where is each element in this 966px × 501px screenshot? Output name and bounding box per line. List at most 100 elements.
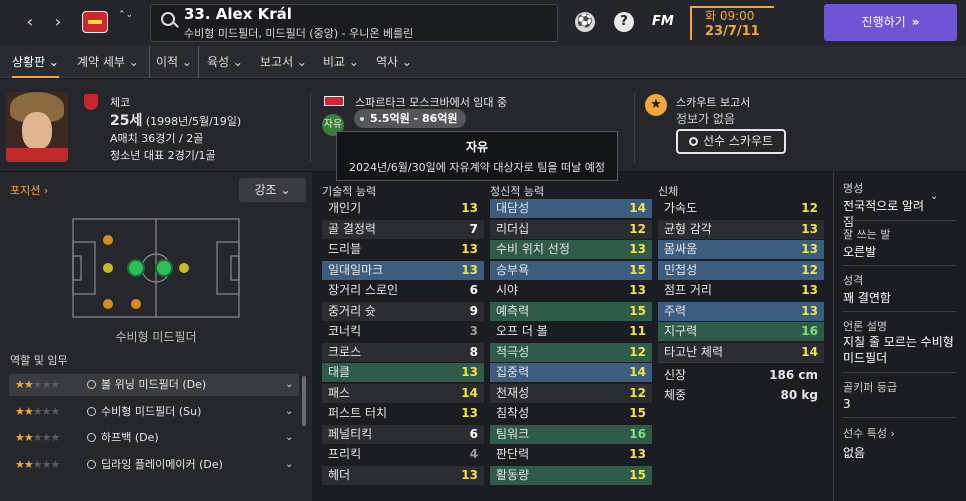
attribute-row[interactable]: 승부욕 15 [490, 260, 652, 280]
role-row[interactable]: ★★★★★ 하프백 (De) ⌄ [9, 427, 299, 449]
position-marker-dc[interactable] [103, 263, 113, 273]
chevron-down-icon[interactable]: ⌄ [285, 374, 293, 396]
chevron-down-icon[interactable]: ⌄ [285, 427, 293, 449]
attribute-row[interactable]: 몸싸움 13 [658, 240, 824, 259]
tab-overview[interactable]: 상황판 ⌄ [12, 46, 59, 78]
roles-scrollbar[interactable] [302, 376, 306, 426]
attribute-row[interactable]: 예측력 15 [490, 301, 652, 321]
forward-arrow-icon[interactable]: › [50, 12, 66, 32]
attribute-row[interactable]: 일대일마크 13 [322, 260, 484, 280]
club-crest-icon[interactable] [82, 11, 108, 33]
attribute-row[interactable]: 태클 13 [322, 363, 484, 382]
attribute-row[interactable]: 개인기 13 [322, 199, 484, 218]
attribute-row[interactable]: 헤더 13 [322, 465, 484, 485]
attribute-name: 몸싸움 [664, 242, 698, 256]
attribute-row[interactable]: 페널티킥 6 [322, 424, 484, 444]
attribute-row[interactable]: 균형 감각 13 [658, 219, 824, 239]
position-marker-dl[interactable] [103, 235, 113, 245]
attribute-name: 집중력 [496, 365, 530, 379]
attribute-row[interactable]: 적극성 12 [490, 342, 652, 362]
role-row[interactable]: ★★★★★ 딥라잉 플레이메이커 (De) ⌄ [9, 454, 299, 476]
attribute-row[interactable]: 타고난 체력 14 [658, 342, 824, 362]
fm-logo-icon[interactable]: FM [652, 14, 674, 29]
tooltip-body: 2024년/6월/30일에 자유계약 대상자로 팀을 떠날 예정 [348, 161, 606, 174]
attribute-row[interactable]: 코너킥 3 [322, 322, 484, 341]
attribute-row[interactable]: 점프 거리 13 [658, 281, 824, 300]
attribute-row[interactable]: 대담성 14 [490, 199, 652, 218]
attribute-row[interactable]: 천재성 12 [490, 383, 652, 403]
tab-development[interactable]: 육성 ⌄ [207, 46, 243, 78]
attribute-row[interactable]: 리더십 12 [490, 219, 652, 239]
date-value[interactable]: 23/7/11 [705, 24, 760, 39]
attribute-row[interactable]: 주력 13 [658, 301, 824, 321]
nation-crest-icon[interactable] [84, 94, 98, 110]
attribute-value: 15 [629, 406, 646, 420]
role-row[interactable]: ★★★★★ 수비형 미드필더 (Su) ⌄ [9, 401, 299, 423]
mental-title: 정신적 능력 [490, 185, 545, 198]
attribute-row[interactable]: 수비 위치 선정 13 [490, 240, 652, 259]
attribute-row[interactable]: 시야 13 [490, 281, 652, 300]
loan-club-crest-icon[interactable] [324, 96, 344, 106]
attribute-row[interactable]: 골 결정력 7 [322, 219, 484, 239]
birth-date: (1998년/5월/19일) [142, 115, 242, 128]
search-icon[interactable] [161, 12, 175, 26]
tab-reports[interactable]: 보고서 ⌄ [260, 46, 307, 78]
attribute-value: 13 [629, 447, 646, 461]
position-marker-dr[interactable] [103, 299, 113, 309]
loan-status[interactable]: 스파르타크 모스크바에서 임대 중 [355, 94, 507, 110]
date-day[interactable]: 화 09:00 [705, 7, 754, 24]
search-icon[interactable] [87, 380, 96, 389]
attribute-row[interactable]: 판단력 13 [490, 445, 652, 464]
attribute-name: 태클 [328, 365, 351, 379]
search-icon[interactable] [87, 460, 96, 469]
position-marker-amc[interactable] [179, 263, 189, 273]
height-label: 신장 [664, 368, 687, 382]
attribute-row[interactable]: 중거리 슛 9 [322, 301, 484, 321]
position-link[interactable]: 포지션 › [10, 182, 48, 198]
nation-label[interactable]: 체코 [110, 94, 130, 110]
foot-value: 오른발 [843, 245, 877, 259]
attribute-row[interactable]: 집중력 14 [490, 363, 652, 382]
chevron-down-icon[interactable]: ⌄ [285, 401, 293, 423]
role-row[interactable]: ★★★★★ 볼 위닝 미드필더 (De) ⌄ [9, 374, 299, 396]
attribute-row[interactable]: 크로스 8 [322, 342, 484, 362]
attribute-name: 대담성 [496, 201, 530, 215]
tab-compare[interactable]: 비교 ⌄ [323, 46, 359, 78]
attribute-row[interactable]: 패스 14 [322, 383, 484, 403]
position-marker-mc[interactable] [155, 259, 173, 277]
back-arrow-icon[interactable]: ‹ [22, 12, 38, 32]
attribute-value: 15 [629, 262, 646, 277]
attribute-row[interactable]: 침착성 15 [490, 404, 652, 423]
attribute-row[interactable]: 활동량 15 [490, 465, 652, 485]
info-divider [843, 311, 956, 312]
attribute-row[interactable]: 팀워크 16 [490, 424, 652, 444]
tab-history[interactable]: 역사 ⌄ [376, 46, 412, 78]
role-name: 수비형 미드필더 (Su) [101, 405, 202, 418]
attribute-value: 8 [469, 344, 478, 359]
attribute-value: 14 [629, 365, 646, 379]
attribute-row[interactable]: 가속도 12 [658, 199, 824, 218]
traits-link[interactable]: 선수 특성 › [843, 425, 895, 441]
attribute-row[interactable]: 드리블 13 [322, 240, 484, 259]
tab-contract[interactable]: 계약 세부 ⌄ [77, 46, 139, 78]
chevron-down-icon[interactable]: ⌄ [285, 454, 293, 476]
attribute-row[interactable]: 지구력 16 [658, 322, 824, 341]
emphasis-dropdown[interactable]: 강조 ⌄ [239, 178, 306, 202]
attribute-row[interactable]: 장거리 스로인 6 [322, 281, 484, 300]
attribute-row[interactable]: 오프 더 볼 11 [490, 322, 652, 341]
search-icon[interactable] [87, 407, 96, 416]
attribute-row[interactable]: 프리킥 4 [322, 445, 484, 464]
globe-icon[interactable]: ⚽ [575, 12, 595, 32]
search-icon[interactable] [87, 433, 96, 442]
help-icon[interactable]: ? [614, 12, 634, 32]
tab-transfer[interactable]: 이적 ⌄ [149, 46, 199, 78]
position-marker-dm[interactable] [127, 259, 145, 277]
transfer-value[interactable]: 5.5억원 - 86억원 [354, 109, 466, 128]
club-stepper-icon[interactable]: ⌃⌄ [118, 9, 133, 35]
continue-button[interactable]: 진행하기 » [824, 4, 957, 41]
position-marker-wbr[interactable] [131, 299, 141, 309]
search-icon [688, 137, 698, 146]
scout-player-button[interactable]: 선수 스카우트 [676, 129, 786, 154]
attribute-row[interactable]: 퍼스트 터치 13 [322, 404, 484, 423]
attribute-row[interactable]: 민첩성 12 [658, 260, 824, 280]
